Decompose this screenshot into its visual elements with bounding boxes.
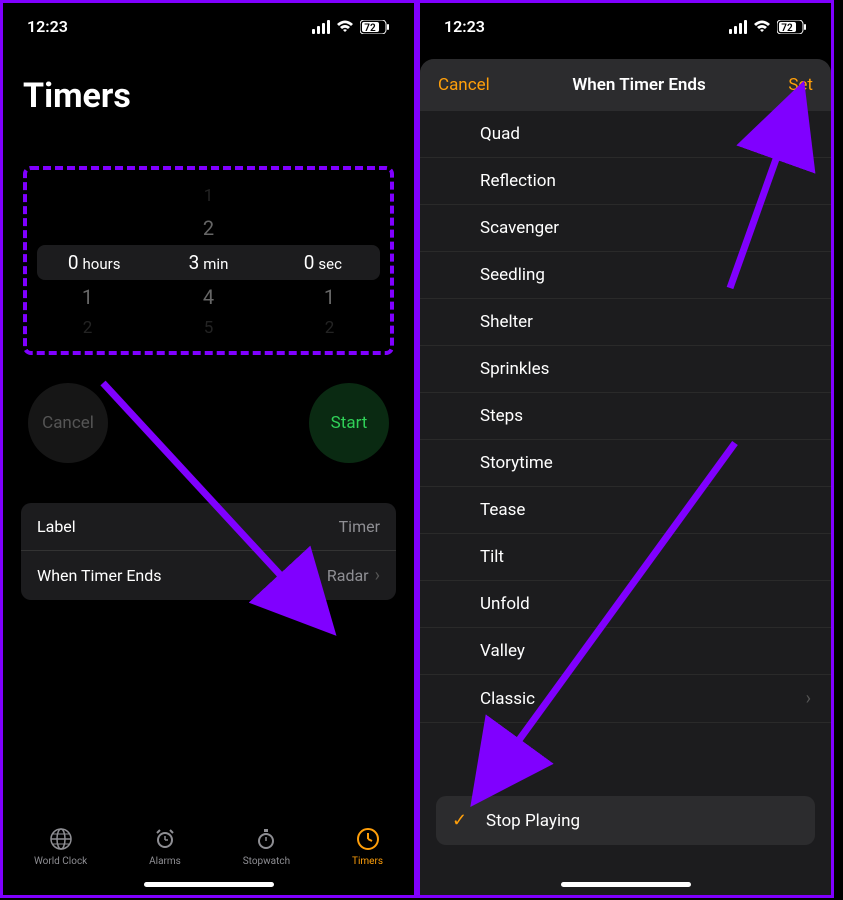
tab-timers[interactable]: Timers [352,826,383,867]
wifi-icon [336,20,354,34]
sheet-header: Cancel When Timer Ends Set [420,59,831,111]
label-row[interactable]: Label Timer [21,503,396,550]
sound-item[interactable]: Storytime [420,440,831,487]
cellular-icon [729,20,747,34]
ends-row-title: When Timer Ends [37,566,162,585]
label-row-title: Label [37,517,76,536]
tab-world-clock[interactable]: World Clock [34,826,87,867]
sound-item[interactable]: Classic› [420,675,831,723]
when-timer-ends-row[interactable]: When Timer Ends Radar › [21,550,396,600]
button-row: Cancel Start [3,365,414,493]
sound-item[interactable]: Tilt [420,534,831,581]
sound-list[interactable]: QuadReflectionScavengerSeedlingShelterSp… [420,111,831,772]
picker-row-above2[interactable]: 1 [27,182,390,211]
set-button[interactable]: Set [788,75,813,95]
tab-alarms[interactable]: Alarms [149,826,181,867]
picker-row-below1[interactable]: 1 4 1 [27,280,390,314]
time-picker-highlight: 1 2 0hours 3min 0sec 1 4 1 2 5 2 [23,166,394,355]
label-row-value: Timer [339,517,380,536]
checkmark-icon: ✓ [452,810,472,831]
sound-item[interactable]: Seedling [420,252,831,299]
wifi-icon [753,20,771,34]
status-right: 72 [312,20,390,34]
cancel-button[interactable]: Cancel [438,75,490,95]
battery-icon: 72 [360,20,390,34]
sound-item[interactable]: Scavenger [420,205,831,252]
sound-item[interactable]: Tease [420,487,831,534]
timer-icon [355,826,381,852]
page-title: Timers [3,46,414,136]
sound-item[interactable]: Sprinkles [420,346,831,393]
stop-playing-row[interactable]: ✓ Stop Playing [436,796,815,845]
ends-row-value: Radar [327,566,369,585]
status-time: 12:23 [27,17,68,36]
chevron-right-icon: › [375,565,380,586]
status-right: 72 [729,20,807,34]
picker-row-above1[interactable]: 2 [27,211,390,245]
sound-item[interactable]: Steps [420,393,831,440]
chevron-right-icon: › [806,688,811,709]
alarm-icon [152,826,178,852]
globe-icon [48,826,74,852]
picker-selected[interactable]: 0hours 3min 0sec [37,245,380,280]
svg-text:72: 72 [364,23,376,34]
sound-item[interactable]: Unfold [420,581,831,628]
screenshot-right: 12:23 72 Cancel When Timer Ends Set Quad… [417,0,834,898]
picker-row-below2[interactable]: 2 5 2 [27,314,390,343]
sound-item[interactable]: Reflection [420,158,831,205]
home-indicator[interactable] [561,882,691,887]
stop-playing-section: ✓ Stop Playing [436,796,815,845]
battery-icon: 72 [777,20,807,34]
cancel-button[interactable]: Cancel [28,383,108,463]
stopwatch-icon [253,826,279,852]
options-group: Label Timer When Timer Ends Radar › [21,503,396,600]
stop-playing-label: Stop Playing [486,811,580,831]
sheet-title: When Timer Ends [572,75,705,95]
start-button[interactable]: Start [309,383,389,463]
svg-text:72: 72 [781,23,793,34]
home-indicator[interactable] [144,882,274,887]
cellular-icon [312,20,330,34]
tab-stopwatch[interactable]: Stopwatch [243,826,290,867]
modal-sheet: Cancel When Timer Ends Set QuadReflectio… [420,59,831,895]
sound-item[interactable]: Valley [420,628,831,675]
status-time: 12:23 [444,17,485,36]
status-bar: 12:23 72 [3,3,414,46]
sound-item[interactable]: Quad [420,111,831,158]
screenshot-left: 12:23 72 Timers 1 2 0hours 3min 0sec 1 4… [0,0,417,898]
sound-item[interactable]: Shelter [420,299,831,346]
status-bar: 12:23 72 [420,3,831,46]
